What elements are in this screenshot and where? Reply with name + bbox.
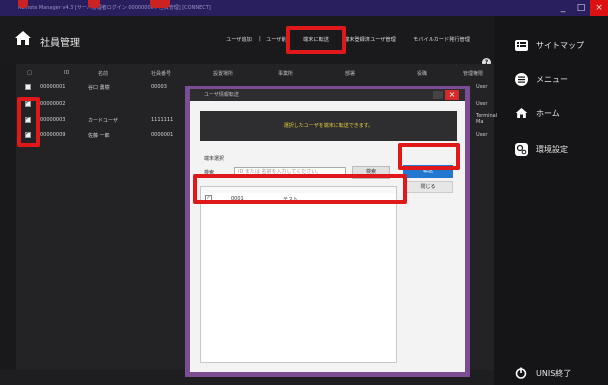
cell-name: 佐藤 一郎 xyxy=(88,133,110,139)
sidebar-item-sitemap[interactable]: サイトマップ xyxy=(514,38,584,52)
window-title: Remote Manager v4.3 [サーバ管理者ログイン 00000000… xyxy=(18,5,211,11)
dialog-minimize-button[interactable] xyxy=(433,91,443,99)
cell-authority: Terminal Ma xyxy=(476,113,498,125)
dialog-message: 選択したユーザを端末に転送できます。 xyxy=(200,111,457,141)
title-decoration xyxy=(150,0,170,8)
dialog-body: 選択したユーザを端末に転送できます。 端末選択 検索 ID または 名前を入力し… xyxy=(190,101,465,372)
dialog-close-button[interactable]: × xyxy=(445,90,459,100)
exit-button[interactable]: UNIS終了 xyxy=(514,366,571,380)
column-header-position[interactable]: 役職 xyxy=(417,70,427,77)
row-checkbox[interactable] xyxy=(25,84,31,90)
exit-label: UNIS終了 xyxy=(536,368,572,378)
sidebar-item-label: 環境設定 xyxy=(536,144,568,154)
highlight-checkboxes xyxy=(17,97,40,147)
cell-name: 谷口 勇樹 xyxy=(88,85,110,91)
close-button[interactable]: 閉じる xyxy=(403,181,453,193)
highlight-terminal-row xyxy=(193,174,407,204)
sidebar-item-settings[interactable]: 環境設定 xyxy=(514,142,568,156)
cell-name: カードユーザ xyxy=(88,118,118,124)
sidebar-item-home[interactable]: ホーム xyxy=(514,106,560,120)
column-header-authority[interactable]: 管理権限 xyxy=(463,70,483,77)
cell-authority: User xyxy=(476,132,488,138)
page-title: 社員管理 xyxy=(40,38,80,49)
maximize-button[interactable]: □ xyxy=(572,0,590,16)
sidebar-item-label: ホーム xyxy=(536,108,560,118)
column-header-empno[interactable]: 社員番号 xyxy=(151,70,171,77)
sidebar-item-label: サイトマップ xyxy=(536,40,584,50)
cell-id: 00000009 xyxy=(40,132,66,138)
sidebar-item-menu[interactable]: メニュー xyxy=(514,72,568,86)
nav-separator: | xyxy=(259,36,261,42)
terminal-list: ✓ 0001 テスト xyxy=(200,186,397,363)
window-titlebar: Remote Manager v4.3 [サーバ管理者ログイン 00000000… xyxy=(0,0,608,16)
dialog-titlebar[interactable]: ユーザ情報転送 × xyxy=(190,89,465,101)
column-header-department[interactable]: 部署 xyxy=(345,70,355,77)
left-gutter xyxy=(0,64,16,370)
nav-delete-user[interactable]: ユーザ削 xyxy=(266,36,287,43)
settings-icon xyxy=(514,142,528,156)
nav-mobile-card[interactable]: モバイルカード発行管理 xyxy=(413,36,470,43)
cell-authority: User xyxy=(476,84,488,90)
window-close-button[interactable]: × xyxy=(590,0,608,16)
cell-empno: 1111111 xyxy=(151,117,174,123)
column-header-name[interactable]: 名前 xyxy=(98,70,108,77)
column-header-check: □ xyxy=(27,70,32,76)
cell-empno: 00003 xyxy=(151,84,167,90)
column-header-office[interactable]: 事業所 xyxy=(278,70,293,77)
cell-id: 00000001 xyxy=(40,84,66,90)
highlight-transfer-nav xyxy=(286,26,346,54)
minimize-button[interactable]: _ xyxy=(554,0,572,16)
transfer-dialog: ユーザ情報転送 × 選択したユーザを端末に転送できます。 端末選択 検索 ID … xyxy=(185,86,470,377)
nav-add-user[interactable]: ユーザ追加 xyxy=(226,36,252,43)
cell-id: 00000002 xyxy=(40,101,66,107)
cell-authority: User xyxy=(476,101,488,107)
dialog-title: ユーザ情報転送 xyxy=(204,92,239,98)
column-header-location[interactable]: 設置場所 xyxy=(213,70,233,77)
app-header: 社員管理 ユーザ追加 | ユーザ削 端末に転送 端末登録済ユーザ管理 モバイルカ… xyxy=(0,16,494,67)
menu-icon xyxy=(514,72,528,86)
nav-registered-users[interactable]: 端末登録済ユーザ管理 xyxy=(344,36,396,43)
highlight-transfer-button xyxy=(398,143,460,170)
power-icon xyxy=(514,366,528,380)
terminal-select-label: 端末選択 xyxy=(204,156,225,162)
title-decoration xyxy=(88,0,100,8)
home-icon xyxy=(514,106,528,120)
home-icon[interactable] xyxy=(14,30,32,46)
sidebar-item-label: メニュー xyxy=(536,74,568,84)
cell-empno: 0000001 xyxy=(151,132,174,138)
sidebar: サイトマップ メニュー ホーム 環境設定 UNIS終了 xyxy=(494,16,608,385)
title-decoration xyxy=(18,0,28,8)
column-header-id[interactable]: ID xyxy=(64,70,69,76)
sitemap-icon xyxy=(514,38,528,52)
cell-id: 00000003 xyxy=(40,117,66,123)
